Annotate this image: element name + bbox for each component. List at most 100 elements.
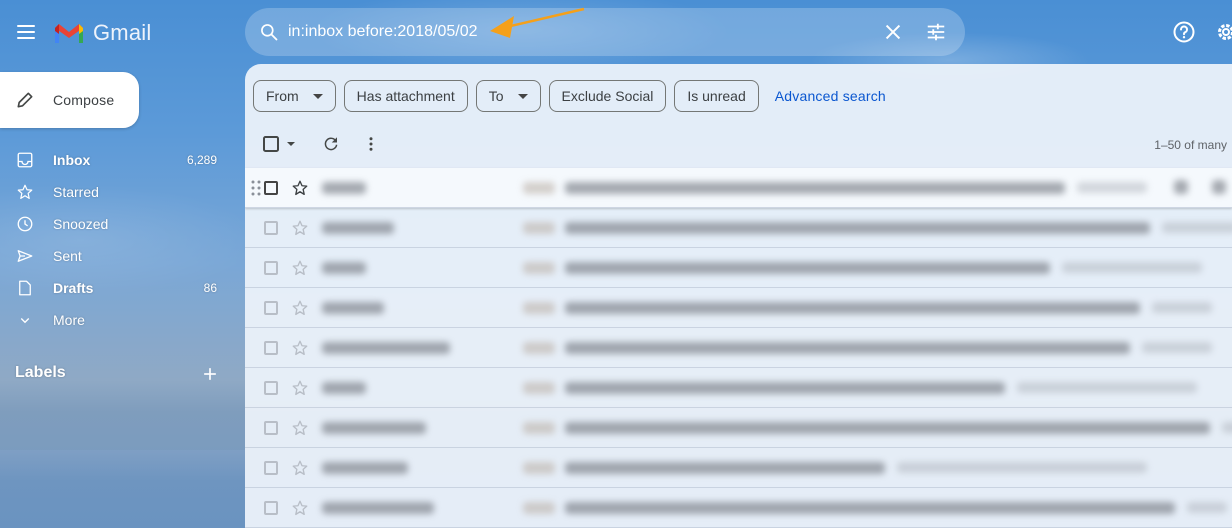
email-row[interactable] [245,168,1232,208]
app-name: Gmail [93,20,152,45]
label-tag-redacted [523,502,555,514]
hamburger-menu-icon [17,25,35,27]
tune-icon[interactable] [925,21,947,43]
email-row[interactable] [245,208,1232,248]
snippet-redacted [1017,382,1197,393]
snippet-redacted [1142,342,1212,353]
label-tag-redacted [523,262,555,274]
snippet-redacted [1077,182,1147,193]
filter-chip-from[interactable]: From [253,80,336,112]
star-icon[interactable] [291,339,309,357]
list-toolbar: 1–50 of many [245,128,1232,160]
row-checkbox[interactable] [264,301,278,315]
star-icon[interactable] [291,299,309,317]
sender-redacted [322,182,366,194]
row-checkbox[interactable] [264,461,278,475]
snippet-redacted [1222,422,1232,433]
sidebar-item-label: More [53,312,85,328]
dropdown-caret-icon [517,93,528,99]
filter-chip-to[interactable]: To [475,80,541,112]
sidebar-item-snoozed[interactable]: Snoozed [0,208,245,240]
sender-redacted [322,462,408,474]
sender-redacted [322,302,384,314]
chevron-down-icon [20,318,30,324]
row-checkbox[interactable] [264,221,278,235]
row-checkbox[interactable] [264,501,278,515]
main-panel: From Has attachment To Exclude Social Is… [245,64,1232,528]
star-icon[interactable] [291,379,309,397]
email-row[interactable] [245,328,1232,368]
email-row[interactable] [245,288,1232,328]
inbox-unread-count: 6,289 [186,153,217,167]
labels-heading: Labels [15,364,66,381]
chip-label: Is unread [687,88,746,104]
snippet-redacted [897,462,1147,473]
advanced-search-link[interactable]: Advanced search [775,88,886,104]
main-menu-button[interactable] [12,18,40,46]
sidebar-item-starred[interactable]: Starred [0,176,245,208]
email-row[interactable] [245,248,1232,288]
email-row[interactable] [245,408,1232,448]
label-tag-redacted [523,342,555,354]
sender-redacted [322,502,434,514]
filter-chip-has-attachment[interactable]: Has attachment [343,80,468,112]
star-icon[interactable] [291,259,309,277]
row-checkbox[interactable] [264,381,278,395]
send-icon [17,250,33,262]
chip-label: From [266,88,299,104]
sidebar-item-more[interactable]: More [0,304,245,336]
email-row[interactable] [245,368,1232,408]
drag-handle-icon[interactable] [251,180,261,196]
filter-chip-exclude-social[interactable]: Exclude Social [548,80,667,112]
star-icon[interactable] [291,459,309,477]
delete-icon[interactable] [1212,180,1226,194]
star-icon[interactable] [291,219,309,237]
subject-redacted [565,342,1130,354]
star-icon[interactable] [291,419,309,437]
help-icon[interactable] [1172,20,1196,44]
snippet-redacted [1162,222,1232,233]
filter-chip-is-unread[interactable]: Is unread [674,80,759,112]
gmail-logo[interactable]: Gmail [53,20,151,46]
pagination-range[interactable]: 1–50 of many [1154,138,1227,152]
star-icon[interactable] [291,499,309,517]
search-icon[interactable] [259,22,279,42]
drafts-count: 86 [203,281,217,295]
sender-redacted [322,262,366,274]
dropdown-caret-icon [312,93,323,99]
archive-icon[interactable] [1174,180,1188,194]
row-hover-actions [1174,180,1226,194]
refresh-icon[interactable] [322,135,340,153]
row-checkbox[interactable] [264,261,278,275]
subject-redacted [565,302,1140,314]
email-row[interactable] [245,488,1232,528]
select-all-checkbox[interactable] [263,136,303,154]
draft-icon [19,280,31,296]
sidebar-item-label: Sent [53,248,82,264]
hamburger-line [17,31,35,33]
sidebar-item-drafts[interactable]: Drafts 86 [0,272,245,304]
email-row[interactable] [245,448,1232,488]
search-input[interactable] [288,20,848,44]
sidebar-nav: Inbox 6,289 Starred Snoozed Sent Drafts … [0,144,245,336]
sender-redacted [322,222,394,234]
compose-button[interactable]: Compose [0,72,139,128]
close-icon[interactable] [882,21,904,43]
row-checkbox[interactable] [264,181,278,195]
more-vert-icon[interactable] [362,135,380,153]
label-tag-redacted [523,222,555,234]
clock-icon [17,216,33,232]
row-checkbox[interactable] [264,421,278,435]
sidebar-item-sent[interactable]: Sent [0,240,245,272]
search-bar[interactable] [245,8,965,56]
label-tag-redacted [523,382,555,394]
gear-icon[interactable] [1214,20,1232,44]
star-icon[interactable] [291,179,309,197]
snippet-redacted [1152,302,1212,313]
sidebar-item-label: Drafts [53,280,94,296]
subject-redacted [565,422,1210,434]
plus-icon[interactable] [200,364,220,384]
sidebar-item-inbox[interactable]: Inbox 6,289 [0,144,245,176]
snippet-redacted [1187,502,1227,513]
row-checkbox[interactable] [264,341,278,355]
